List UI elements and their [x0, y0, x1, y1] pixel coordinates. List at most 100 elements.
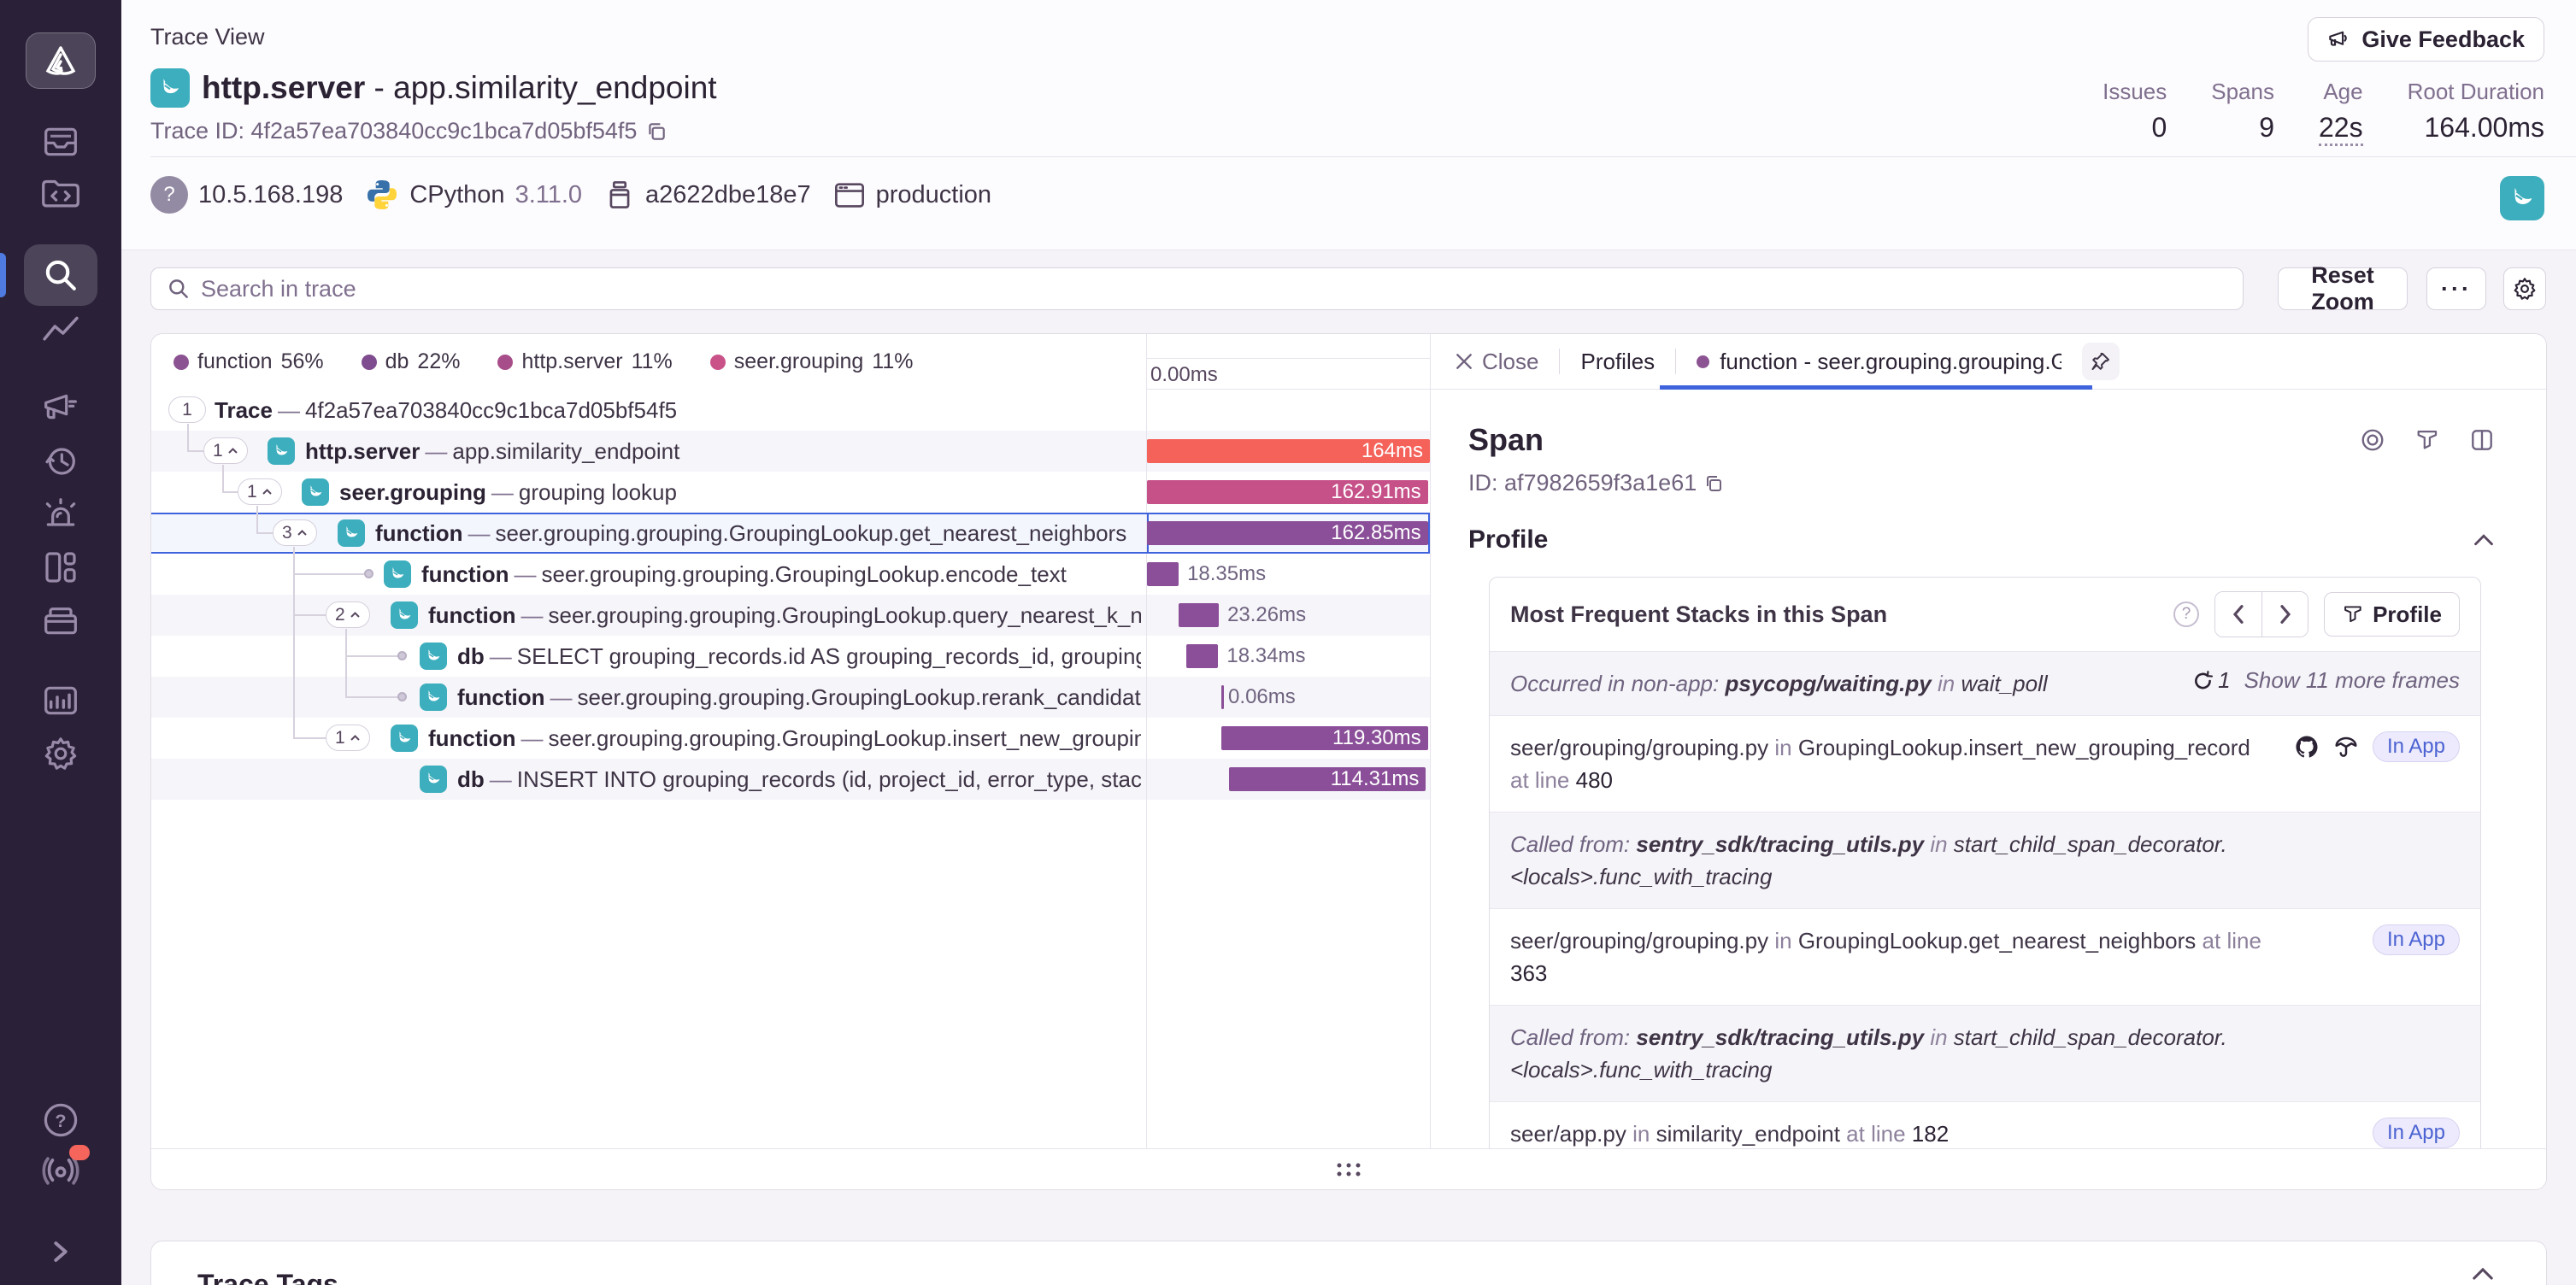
duration-bar[interactable]: 164ms [1147, 439, 1430, 463]
next-stack-button[interactable] [2261, 592, 2308, 637]
span-timeline-cell[interactable]: 162.85ms [1147, 514, 1430, 552]
duration-bar[interactable]: 119.30ms [1221, 726, 1427, 750]
trace-title-row: http.server - app.similarity_endpoint [150, 68, 717, 108]
unknown-user-icon: ? [150, 176, 188, 214]
span-timeline-cell[interactable]: 18.35ms [1147, 554, 1430, 595]
trace-title-op: http.server [202, 70, 365, 105]
meta-release-value: a2622dbe18e7 [645, 181, 811, 209]
sidebar-expand-button[interactable] [46, 1237, 75, 1266]
give-feedback-button[interactable]: Give Feedback [2308, 17, 2544, 62]
more-options-button[interactable]: ··· [2426, 267, 2486, 310]
duration-bar[interactable] [1179, 603, 1219, 627]
duration-bar[interactable] [1186, 644, 1218, 668]
resize-drag-handle[interactable] [1338, 1163, 1361, 1176]
duration-bar[interactable]: 114.31ms [1229, 767, 1426, 791]
show-more-frames-link[interactable]: Show 11 more frames [2244, 667, 2460, 694]
stacks-card-header: Most Frequent Stacks in this Span ? [1490, 578, 2480, 651]
close-drawer-button[interactable]: Close [1455, 349, 1538, 375]
copy-icon[interactable] [645, 120, 668, 143]
tab-profiles[interactable]: Profiles [1580, 349, 1655, 375]
tab-divider [1675, 349, 1676, 374]
stack-frame-row[interactable]: seer/grouping/grouping.py in GroupingLoo… [1490, 908, 2480, 1005]
open-profile-button[interactable]: Profile [2324, 592, 2460, 637]
span-op-icon [150, 68, 190, 108]
span-row-db-select[interactable]: db—SELECT grouping_records.id AS groupin… [151, 636, 1430, 677]
span-row-db-insert[interactable]: db—INSERT INTO grouping_records (id, pro… [151, 759, 1430, 800]
pin-tab-button[interactable] [2082, 343, 2120, 380]
frame-function: start_child_span_decorator. [1954, 831, 2227, 857]
child-count-pill[interactable]: 2 [326, 601, 370, 628]
sidebar-item-dashboards[interactable] [42, 550, 79, 584]
trace-settings-button[interactable] [2503, 267, 2546, 310]
span-section-title: Span [1468, 422, 1544, 458]
prev-stack-button[interactable] [2215, 592, 2261, 637]
copy-icon[interactable] [1703, 473, 1724, 494]
sidebar-item-explore[interactable] [41, 176, 80, 210]
stack-frame-row[interactable]: seer/app.py in similarity_endpoint at li… [1490, 1101, 2480, 1148]
profile-section-header[interactable]: Profile [1468, 525, 2495, 554]
duration-bar[interactable] [1221, 685, 1224, 709]
span-timeline-cell[interactable]: 23.26ms [1147, 595, 1430, 636]
span-timeline-cell[interactable]: 0.06ms [1147, 677, 1430, 718]
legend-item-db: db 22% [362, 349, 461, 374]
sidebar-item-search[interactable] [24, 244, 97, 306]
span-row-insert-new-grouping-record[interactable]: 1 function—seer.grouping.grouping.Groupi… [151, 718, 1430, 759]
timeline-ruler[interactable]: 0.00ms [1147, 334, 1430, 390]
layout-columns-icon[interactable] [2469, 427, 2495, 453]
focus-span-icon[interactable] [2360, 427, 2385, 453]
stack-frame-row[interactable]: seer/grouping/grouping.py in GroupingLoo… [1490, 715, 2480, 812]
sidebar-item-whats-new[interactable] [38, 1152, 83, 1188]
sidebar-item-feedback[interactable] [41, 391, 80, 425]
span-timeline-cell[interactable]: 162.91ms [1147, 472, 1430, 513]
at-line-word: at line [1510, 767, 1569, 793]
sentry-logo[interactable] [26, 32, 96, 89]
child-count-pill[interactable]: 1 [326, 725, 370, 751]
sidebar-item-help[interactable]: ? [41, 1100, 80, 1140]
span-row-query-nearest-k[interactable]: 2 function—seer.grouping.grouping.Groupi… [151, 595, 1430, 636]
child-count-pill[interactable]: 1 [203, 437, 248, 464]
span-desc: seer.grouping.grouping.GroupingLookup.re… [578, 684, 1141, 710]
sidebar-item-stats[interactable] [42, 684, 79, 718]
sidebar-item-releases[interactable] [42, 444, 79, 478]
recursion-count: 1 [2218, 667, 2230, 694]
trace-stats: Issues 0 Spans 9 Age 22s Root Duration 1… [2103, 79, 2544, 146]
span-op: http.server [305, 438, 420, 464]
span-op-icon [420, 766, 447, 793]
collapse-tags-button[interactable] [2471, 1265, 2495, 1285]
help-icon[interactable]: ? [2173, 601, 2199, 627]
tab-active-span[interactable]: function - seer.grouping.grouping.G… [1697, 349, 2061, 375]
search-input[interactable] [201, 276, 2227, 302]
span-row-seer-grouping[interactable]: 1 seer.grouping—grouping lookup 162.91ms [151, 472, 1430, 513]
child-count-pill[interactable]: 1 [168, 396, 206, 423]
sidebar-item-settings[interactable] [42, 735, 79, 772]
child-count-pill[interactable]: 3 [273, 519, 317, 546]
collapse-section-button[interactable] [2473, 532, 2495, 548]
span-timeline-cell[interactable] [1147, 390, 1430, 431]
meta-runtime-name: CPython [409, 181, 504, 209]
github-icon[interactable] [2294, 734, 2320, 760]
child-count-pill[interactable]: 1 [238, 478, 282, 505]
legend-pct: 11% [632, 349, 673, 374]
duration-bar[interactable] [1147, 562, 1179, 586]
stat-age-value[interactable]: 22s [2319, 112, 2363, 146]
duration-bar[interactable]: 162.91ms [1147, 480, 1428, 504]
sidebar-item-issues[interactable] [42, 125, 79, 159]
stat-root-duration: Root Duration 164.00ms [2408, 79, 2544, 146]
filter-icon[interactable] [2414, 427, 2440, 453]
sidebar-item-insights[interactable] [41, 314, 80, 345]
span-timeline-cell[interactable]: 114.31ms [1147, 759, 1430, 800]
span-row-rerank-candidates[interactable]: function—seer.grouping.grouping.Grouping… [151, 677, 1430, 718]
span-row-get-nearest-neighbors[interactable]: 3 function—seer.grouping.grouping.Groupi… [151, 513, 1430, 554]
reset-zoom-button[interactable]: Reset Zoom [2278, 267, 2408, 310]
span-row-trace[interactable]: 1 Trace—4f2a57ea703840cc9c1bca7d05bf54f5 [151, 390, 1430, 431]
open-in-profiling-icon[interactable] [2333, 734, 2359, 760]
project-avatar-seer[interactable] [2500, 176, 2544, 220]
sidebar-item-archive[interactable] [41, 603, 80, 637]
span-timeline-cell[interactable]: 18.34ms [1147, 636, 1430, 677]
duration-bar[interactable]: 162.85ms [1147, 521, 1428, 545]
span-timeline-cell[interactable]: 164ms [1147, 431, 1430, 472]
span-row-http-server[interactable]: 1 http.server—app.similarity_endpoint 16… [151, 431, 1430, 472]
frame-file: sentry_sdk/tracing_utils.py [1636, 831, 1924, 857]
span-timeline-cell[interactable]: 119.30ms [1147, 718, 1430, 759]
sidebar-item-alerts[interactable] [41, 497, 80, 531]
